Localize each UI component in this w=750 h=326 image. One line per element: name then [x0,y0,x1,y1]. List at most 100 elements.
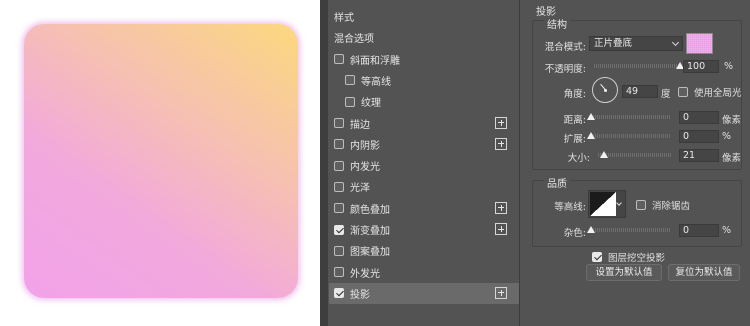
style-item-6-checkbox[interactable] [334,139,344,150]
opacity-label: 不透明度: [544,64,586,75]
quality-title: 品质 [544,175,570,190]
chevron-down-icon [616,200,622,206]
style-item-2-label: 斜面和浮雕 [350,55,400,67]
anti-alias-checkbox[interactable] [636,200,646,210]
spread-label: 扩展: [563,134,586,145]
style-item-5-checkbox[interactable] [334,118,344,128]
add-effect-plus-icon[interactable] [495,137,507,150]
drop-shadow-settings: 投影 结构 混合模式: 正片叠底 不透明度: 100 % 角度: 49 度 使用… [528,0,750,326]
angle-input[interactable]: 49 [622,85,658,98]
layer-knocks-out-shadow-label: 图层挖空投影 [608,253,666,264]
spread-input[interactable]: 0 [679,130,719,143]
blend-mode-select[interactable]: 正片叠底 [589,36,683,51]
style-item-13-label: 投影 [350,289,370,301]
spread-slider-track[interactable] [591,134,671,138]
style-item-4-checkbox[interactable] [345,96,355,107]
size-slider-track[interactable] [598,153,672,157]
style-item-11-label: 图案叠加 [350,247,390,259]
style-item-1[interactable]: 混合选项 [329,27,519,48]
opacity-input[interactable]: 100 [683,60,719,73]
style-item-5-label: 描边 [350,119,370,131]
style-item-10[interactable]: 渐变叠加 [329,219,519,240]
angle-dial[interactable] [592,77,618,103]
style-item-8-checkbox[interactable] [334,181,344,192]
spread-slider-thumb[interactable] [587,132,595,139]
style-item-4-label: 纹理 [361,98,381,110]
noise-slider-thumb[interactable] [587,226,595,233]
add-effect-plus-icon[interactable] [495,116,507,129]
style-item-0[interactable]: 样式 [329,6,519,27]
style-item-7-checkbox[interactable] [334,160,344,171]
style-item-5[interactable]: 描边 [329,113,519,134]
anti-alias-label: 消除锯齿 [652,201,691,212]
contour-picker[interactable] [588,190,626,218]
structure-title: 结构 [544,16,570,31]
layer-style-dialog: 样式混合选项斜面和浮雕等高线纹理描边内阴影内发光光泽颜色叠加渐变叠加图案叠加外发… [320,0,750,326]
anti-alias-option[interactable]: 消除锯齿 [636,198,690,212]
preview-gradient-rounded-square [24,24,298,298]
style-item-3-checkbox[interactable] [345,75,355,86]
style-item-7[interactable]: 内发光 [329,155,519,176]
blend-mode-label: 混合模式: [544,42,586,53]
style-item-11-checkbox[interactable] [334,245,344,256]
layer-knocks-out-shadow-option[interactable]: 图层挖空投影 [592,250,665,264]
style-item-0-label: 样式 [334,13,354,24]
size-slider-thumb[interactable] [599,151,608,158]
noise-input[interactable]: 0 [679,224,719,237]
add-effect-plus-icon[interactable] [495,201,507,214]
style-item-12[interactable]: 外发光 [329,262,519,283]
style-item-11[interactable]: 图案叠加 [329,240,519,261]
use-global-light-checkbox[interactable] [678,87,688,97]
distance-label: 距离: [563,115,586,126]
chevron-down-icon [671,38,680,47]
layer-knocks-out-shadow-checkbox[interactable] [592,252,602,262]
use-global-light-option[interactable]: 使用全局光 [678,85,742,99]
angle-label: 角度: [563,89,586,100]
style-item-2[interactable]: 斜面和浮雕 [329,49,519,70]
style-item-8[interactable]: 光泽 [329,176,519,197]
opacity-unit: % [724,61,734,72]
spread-unit: % [722,131,732,142]
distance-slider-thumb[interactable] [587,113,595,120]
style-item-9-label: 颜色叠加 [350,204,390,216]
distance-slider-track[interactable] [591,115,671,119]
angle-dial-center [604,89,607,92]
style-item-3[interactable]: 等高线 [329,70,519,91]
opacity-slider-track[interactable] [594,64,680,68]
blend-mode-value: 正片叠底 [594,38,633,49]
style-item-12-checkbox[interactable] [334,267,344,278]
size-unit: 像素 [722,153,742,164]
make-default-button[interactable]: 设置为默认值 [586,264,662,281]
contour-curve-icon [590,192,616,216]
style-item-13[interactable]: 投影 [329,282,519,304]
add-effect-plus-icon[interactable] [495,223,507,235]
angle-unit: 度 [661,89,671,100]
style-item-8-label: 光泽 [350,183,370,195]
style-item-4[interactable]: 纹理 [329,91,519,112]
style-item-7-label: 内发光 [350,162,380,174]
preview-canvas [0,0,320,326]
style-item-6[interactable]: 内阴影 [329,134,519,155]
shadow-color-swatch[interactable] [686,33,713,54]
style-item-9-checkbox[interactable] [334,203,344,214]
add-effect-plus-icon[interactable] [495,286,507,299]
noise-slider-track[interactable] [591,228,671,232]
reset-to-default-button[interactable]: 复位为默认值 [668,264,740,281]
style-item-1-label: 混合选项 [334,34,374,46]
size-label: 大小: [567,153,590,164]
dialog-edge [320,0,328,326]
style-item-10-label: 渐变叠加 [350,226,390,237]
style-item-12-label: 外发光 [350,268,380,280]
style-item-10-checkbox[interactable] [334,224,344,235]
style-item-3-label: 等高线 [361,76,391,88]
style-list: 样式混合选项斜面和浮雕等高线纹理描边内阴影内发光光泽颜色叠加渐变叠加图案叠加外发… [329,0,520,326]
noise-label: 杂色: [563,228,586,239]
size-input[interactable]: 21 [679,149,719,162]
style-item-13-checkbox[interactable] [334,288,344,299]
style-item-9[interactable]: 颜色叠加 [329,198,519,219]
style-item-6-label: 内阴影 [350,140,380,152]
style-item-2-checkbox[interactable] [334,54,344,65]
use-global-light-label: 使用全局光 [694,88,742,99]
distance-input[interactable]: 0 [679,111,719,124]
distance-unit: 像素 [722,115,742,126]
